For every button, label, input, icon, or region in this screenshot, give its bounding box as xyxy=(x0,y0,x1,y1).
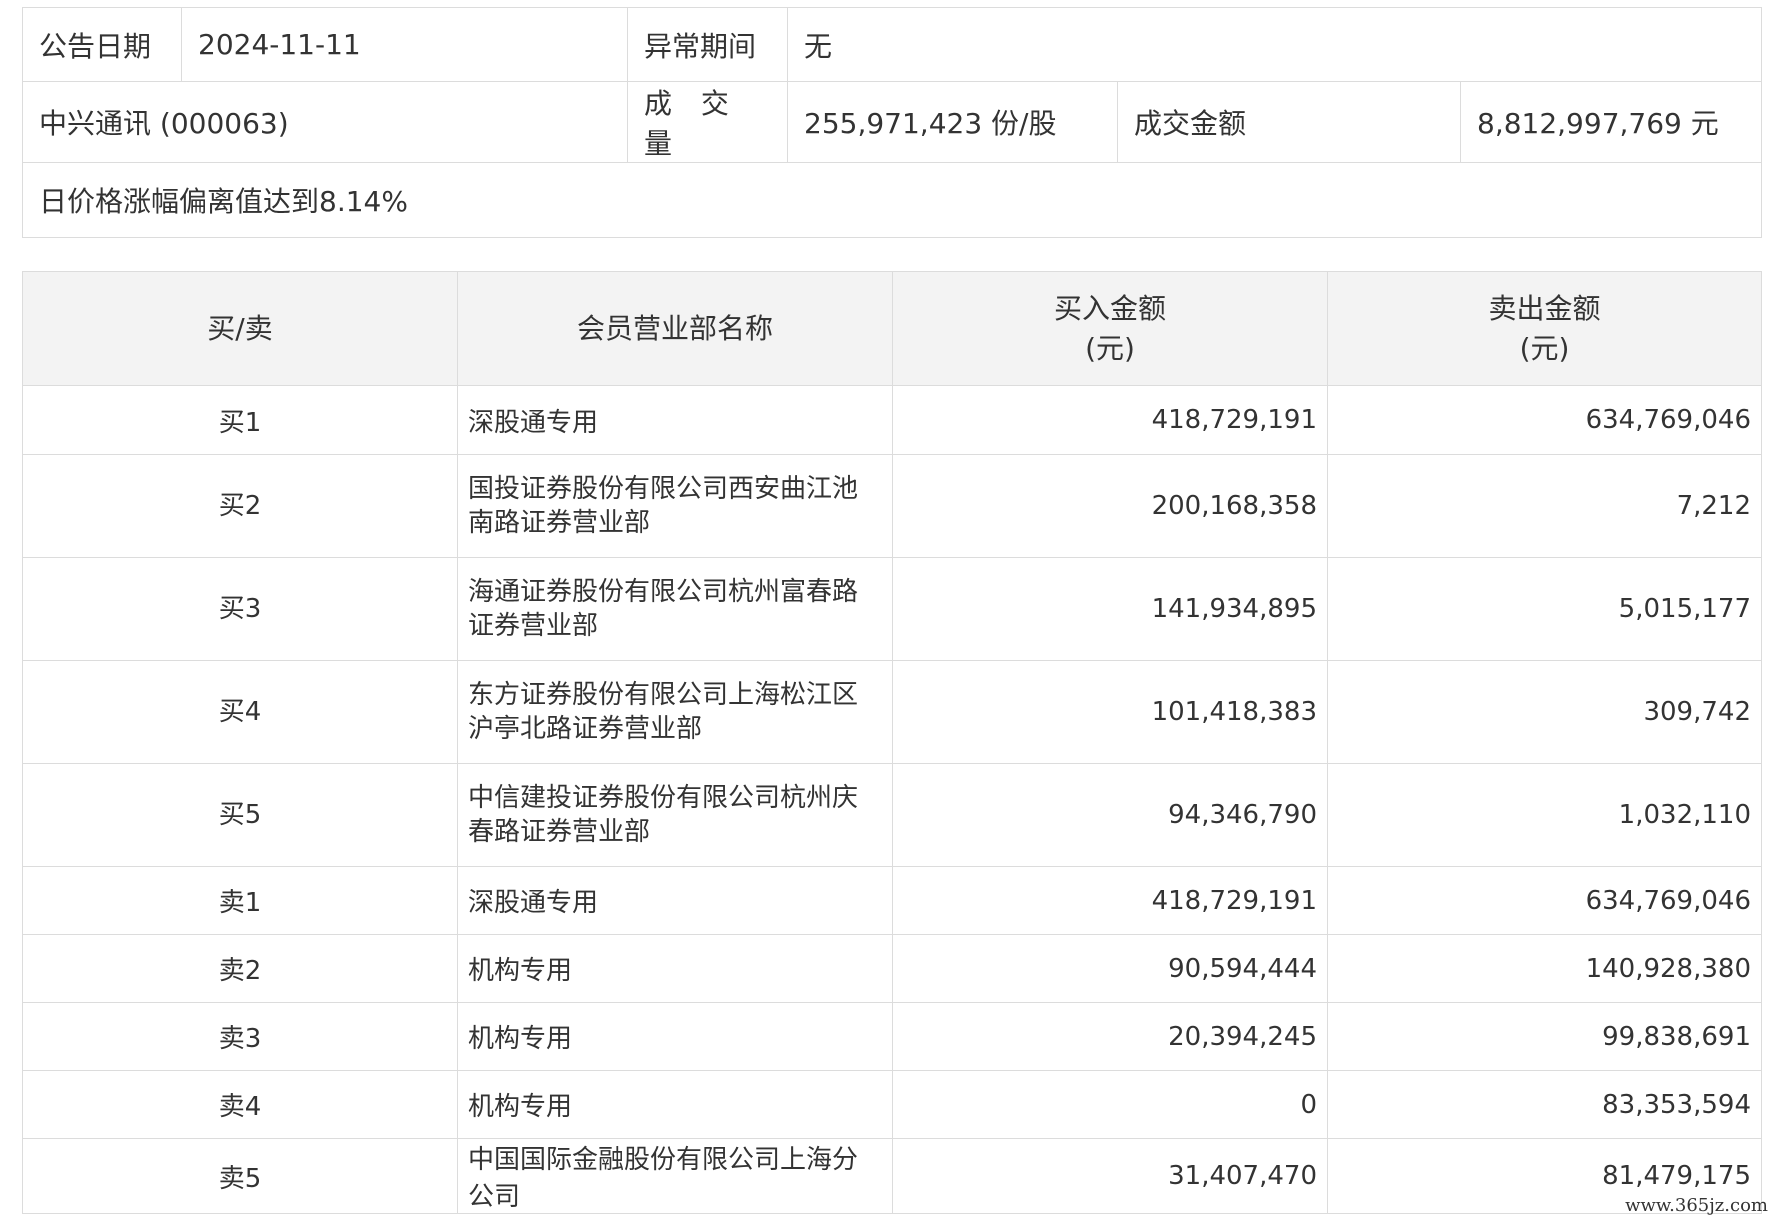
row-side: 卖4 xyxy=(22,1070,458,1139)
table-row: 卖2 机构专用 90,594,444 140,928,380 xyxy=(22,934,1762,1003)
row-buy-amount: 101,418,383 xyxy=(892,660,1328,764)
table-row: 卖3 机构专用 20,394,245 99,838,691 xyxy=(22,1002,1762,1071)
amount-value: 8,812,997,769 元 xyxy=(1459,81,1763,163)
header-member-name: 会员营业部名称 xyxy=(457,271,893,386)
header-sell-amount: 卖出金额 (元) xyxy=(1327,271,1762,386)
row-sell-amount: 140,928,380 xyxy=(1327,934,1762,1003)
row-buy-amount: 94,346,790 xyxy=(892,763,1328,867)
row-member-name: 机构专用 xyxy=(457,934,893,1003)
row-sell-amount: 99,838,691 xyxy=(1327,1002,1762,1071)
row-sell-amount: 5,015,177 xyxy=(1327,557,1762,661)
row-member-name: 机构专用 xyxy=(457,1002,893,1071)
header-buy-unit: (元) xyxy=(1085,331,1135,365)
row-side: 买4 xyxy=(22,660,458,764)
row-member-name: 机构专用 xyxy=(457,1070,893,1139)
row-member-name: 深股通专用 xyxy=(457,385,893,455)
abnormal-period-label: 异常期间 xyxy=(627,7,788,82)
header-sell-unit: (元) xyxy=(1519,331,1570,365)
row-member-name: 中信建投证券股份有限公司杭州庆春路证券营业部 xyxy=(457,763,893,867)
table-header-row: 买/卖 会员营业部名称 买入金额 (元) 卖出金额 (元) xyxy=(22,271,1762,386)
row-member-name: 深股通专用 xyxy=(457,866,893,935)
row-member-name: 国投证券股份有限公司西安曲江池南路证券营业部 xyxy=(457,454,893,558)
row-buy-amount: 418,729,191 xyxy=(892,866,1328,935)
summary-table: 公告日期 2024-11-11 异常期间 无 中兴通讯 (000063) 成 交… xyxy=(21,7,1763,238)
row-side: 买1 xyxy=(22,385,458,455)
site-watermark: www.365jz.com xyxy=(1625,1195,1768,1216)
header-buy-label: 买入金额 xyxy=(1053,291,1166,325)
row-sell-amount: 634,769,046 xyxy=(1327,385,1762,455)
row-side: 买2 xyxy=(22,454,458,558)
row-side: 卖2 xyxy=(22,934,458,1003)
table-row: 买5 中信建投证券股份有限公司杭州庆春路证券营业部 94,346,790 1,0… xyxy=(22,763,1762,867)
stock-name: 中兴通讯 (000063) xyxy=(22,81,628,163)
header-sell-label: 卖出金额 xyxy=(1488,291,1601,325)
row-buy-amount: 31,407,470 xyxy=(892,1138,1328,1214)
header-side: 买/卖 xyxy=(22,271,458,386)
row-side: 买3 xyxy=(22,557,458,661)
row-side: 卖1 xyxy=(22,866,458,935)
announce-date-value: 2024-11-11 xyxy=(181,7,628,82)
row-sell-amount: 309,742 xyxy=(1327,660,1762,764)
row-buy-amount: 0 xyxy=(892,1070,1328,1139)
table-row: 买3 海通证券股份有限公司杭州富春路证券营业部 141,934,895 5,01… xyxy=(22,557,1762,661)
announce-date-label: 公告日期 xyxy=(22,7,182,82)
row-sell-amount: 7,212 xyxy=(1327,454,1762,558)
row-buy-amount: 418,729,191 xyxy=(892,385,1328,455)
header-buy-amount: 买入金额 (元) xyxy=(892,271,1328,386)
row-sell-amount: 634,769,046 xyxy=(1327,866,1762,935)
row-side: 卖5 xyxy=(22,1138,458,1214)
volume-label: 成 交 量 xyxy=(627,81,788,163)
row-sell-amount: 83,353,594 xyxy=(1327,1070,1762,1139)
row-side: 买5 xyxy=(22,763,458,867)
row-member-name: 海通证券股份有限公司杭州富春路证券营业部 xyxy=(457,557,893,661)
row-sell-amount: 1,032,110 xyxy=(1327,763,1762,867)
volume-value: 255,971,423 份/股 xyxy=(787,81,1118,163)
abnormal-reason: 日价格涨幅偏离值达到8.14% xyxy=(21,162,1763,238)
amount-label: 成交金额 xyxy=(1117,81,1461,163)
table-row: 买4 东方证券股份有限公司上海松江区沪亭北路证券营业部 101,418,383 … xyxy=(22,660,1762,764)
row-member-name: 中国国际金融股份有限公司上海分公司 xyxy=(457,1138,893,1214)
table-row: 卖4 机构专用 0 83,353,594 xyxy=(22,1070,1762,1139)
table-row: 买1 深股通专用 418,729,191 634,769,046 xyxy=(22,385,1762,455)
abnormal-period-value: 无 xyxy=(786,7,1763,82)
row-side: 卖3 xyxy=(22,1002,458,1071)
row-buy-amount: 200,168,358 xyxy=(892,454,1328,558)
table-row: 买2 国投证券股份有限公司西安曲江池南路证券营业部 200,168,358 7,… xyxy=(22,454,1762,558)
row-buy-amount: 141,934,895 xyxy=(892,557,1328,661)
table-row: 卖5 中国国际金融股份有限公司上海分公司 31,407,470 81,479,1… xyxy=(22,1138,1762,1214)
row-buy-amount: 20,394,245 xyxy=(892,1002,1328,1071)
table-row: 卖1 深股通专用 418,729,191 634,769,046 xyxy=(22,866,1762,935)
trading-seats-table: 买/卖 会员营业部名称 买入金额 (元) 卖出金额 (元) 买1 深股通专用 4… xyxy=(22,271,1762,1214)
row-member-name: 东方证券股份有限公司上海松江区沪亭北路证券营业部 xyxy=(457,660,893,764)
row-buy-amount: 90,594,444 xyxy=(892,934,1328,1003)
